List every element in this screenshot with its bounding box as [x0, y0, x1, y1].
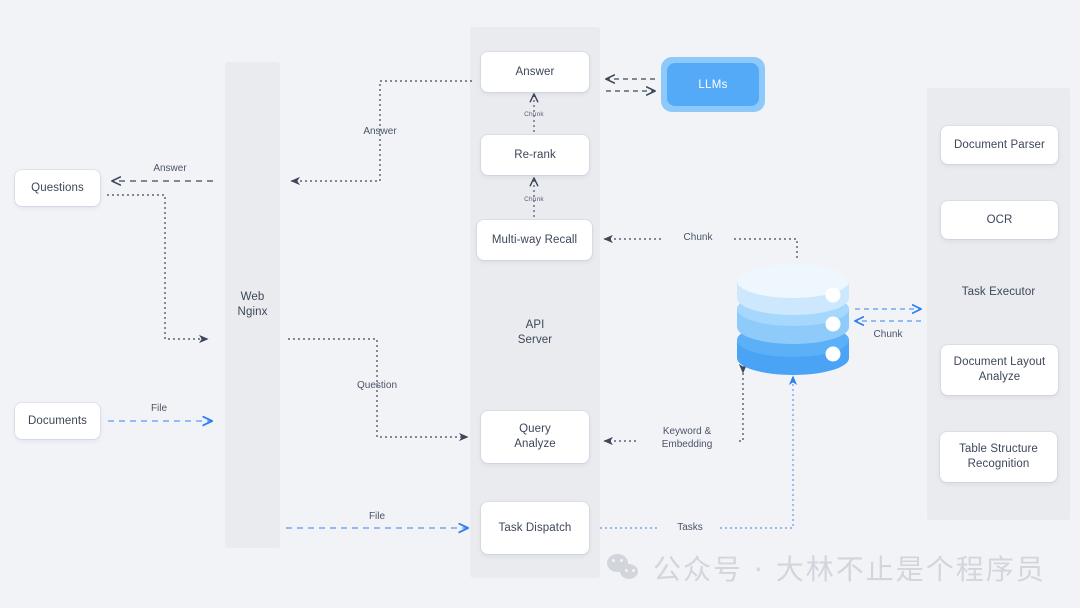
- edge-label-answer-from-api: Answer: [345, 125, 415, 138]
- edge-text-file-nginx: File: [368, 511, 386, 522]
- web-nginx-line1: Web: [240, 291, 265, 303]
- node-table-structure-recognition-line2: Recognition: [967, 458, 1030, 470]
- edge-text-chunk-1: Chunk: [524, 111, 544, 118]
- edge-text-tasks: Tasks: [677, 522, 703, 533]
- edge-text-answer-left: Answer: [153, 163, 187, 174]
- edge-text-question: Question: [356, 380, 398, 391]
- node-re-rank[interactable]: Re-rank: [481, 135, 589, 175]
- node-llms[interactable]: LLMs: [661, 57, 765, 112]
- node-task-dispatch[interactable]: Task Dispatch: [481, 502, 589, 554]
- edge-text-answer-api: Answer: [363, 126, 397, 137]
- edge-label-documents-file: File: [124, 402, 194, 415]
- api-server-line2: Server: [517, 334, 553, 346]
- node-query-analyze[interactable]: Query Analyze: [481, 411, 589, 463]
- panel-web-nginx-label: Web Nginx: [225, 290, 280, 320]
- edge-label-chunk-recall-rerank: Chunk: [514, 193, 554, 206]
- api-server-line1: API: [525, 319, 545, 331]
- node-llms-label: LLMs: [698, 78, 728, 91]
- node-re-rank-label: Re-rank: [514, 148, 556, 161]
- watermark: 公众号 · 大林不止是个程序员: [607, 548, 1046, 588]
- edge-label-keyword-embedding: Keyword & Embedding: [637, 425, 737, 451]
- db-dot-1: [825, 287, 841, 303]
- node-documents-label: Documents: [27, 414, 88, 427]
- diagram-canvas: Questions Documents Web Nginx Answer Re-…: [0, 0, 1080, 608]
- node-answer[interactable]: Answer: [481, 52, 589, 92]
- edge-label-db-executor-chunk: Chunk: [853, 328, 923, 341]
- edge-label-db-chunk-to-recall: Chunk: [663, 231, 733, 244]
- node-document-layout-analyze-line1: Document Layout: [953, 356, 1046, 368]
- node-document-parser[interactable]: Document Parser: [941, 126, 1058, 164]
- node-document-layout-analyze[interactable]: Document Layout Analyze: [941, 345, 1058, 395]
- web-nginx-line2: Nginx: [237, 306, 268, 318]
- node-ocr[interactable]: OCR: [941, 201, 1058, 239]
- edge-text-chunk-3: Chunk: [683, 232, 713, 243]
- node-table-structure-recognition[interactable]: Table Structure Recognition: [940, 432, 1057, 482]
- panel-task-executor-label: Task Executor: [927, 285, 1070, 300]
- edge-label-answer-to-questions: Answer: [135, 162, 205, 175]
- edge-text-chunk-4: Chunk: [873, 329, 903, 340]
- node-table-structure-recognition-line1: Table Structure: [959, 443, 1038, 455]
- node-documents[interactable]: Documents: [15, 403, 100, 439]
- db-dot-2: [825, 316, 841, 332]
- node-answer-label: Answer: [515, 65, 555, 78]
- node-task-dispatch-label: Task Dispatch: [498, 521, 572, 534]
- edge-label-tasks: Tasks: [660, 521, 720, 534]
- watermark-text: 公众号 · 大林不止是个程序员: [653, 553, 1046, 586]
- node-document-parser-label: Document Parser: [954, 138, 1045, 151]
- node-document-layout-analyze-line2: Analyze: [978, 371, 1021, 383]
- node-query-analyze-line2: Analyze: [514, 438, 556, 450]
- edge-text-embedding: Embedding: [661, 439, 713, 450]
- node-llms-inner: LLMs: [667, 63, 759, 106]
- node-questions-label: Questions: [31, 181, 84, 194]
- db-dot-3: [825, 346, 841, 362]
- node-questions[interactable]: Questions: [15, 170, 100, 206]
- edge-text-keyword: Keyword &: [662, 426, 712, 437]
- wechat-icon: [607, 553, 641, 583]
- edge-label-nginx-file: File: [342, 510, 412, 523]
- panel-api-server-label: API Server: [470, 318, 600, 348]
- node-multi-way-recall[interactable]: Multi-way Recall: [477, 220, 592, 260]
- edge-text-chunk-2: Chunk: [524, 196, 544, 203]
- node-ocr-label: OCR: [986, 213, 1013, 226]
- node-multi-way-recall-label: Multi-way Recall: [491, 233, 578, 246]
- edge-label-question: Question: [342, 379, 412, 392]
- database-cylinder[interactable]: [733, 262, 853, 380]
- node-query-analyze-line1: Query: [519, 423, 551, 435]
- edge-label-chunk-rerank-answer: Chunk: [514, 108, 554, 121]
- edge-text-file-documents: File: [150, 403, 168, 414]
- task-executor-text: Task Executor: [961, 286, 1036, 298]
